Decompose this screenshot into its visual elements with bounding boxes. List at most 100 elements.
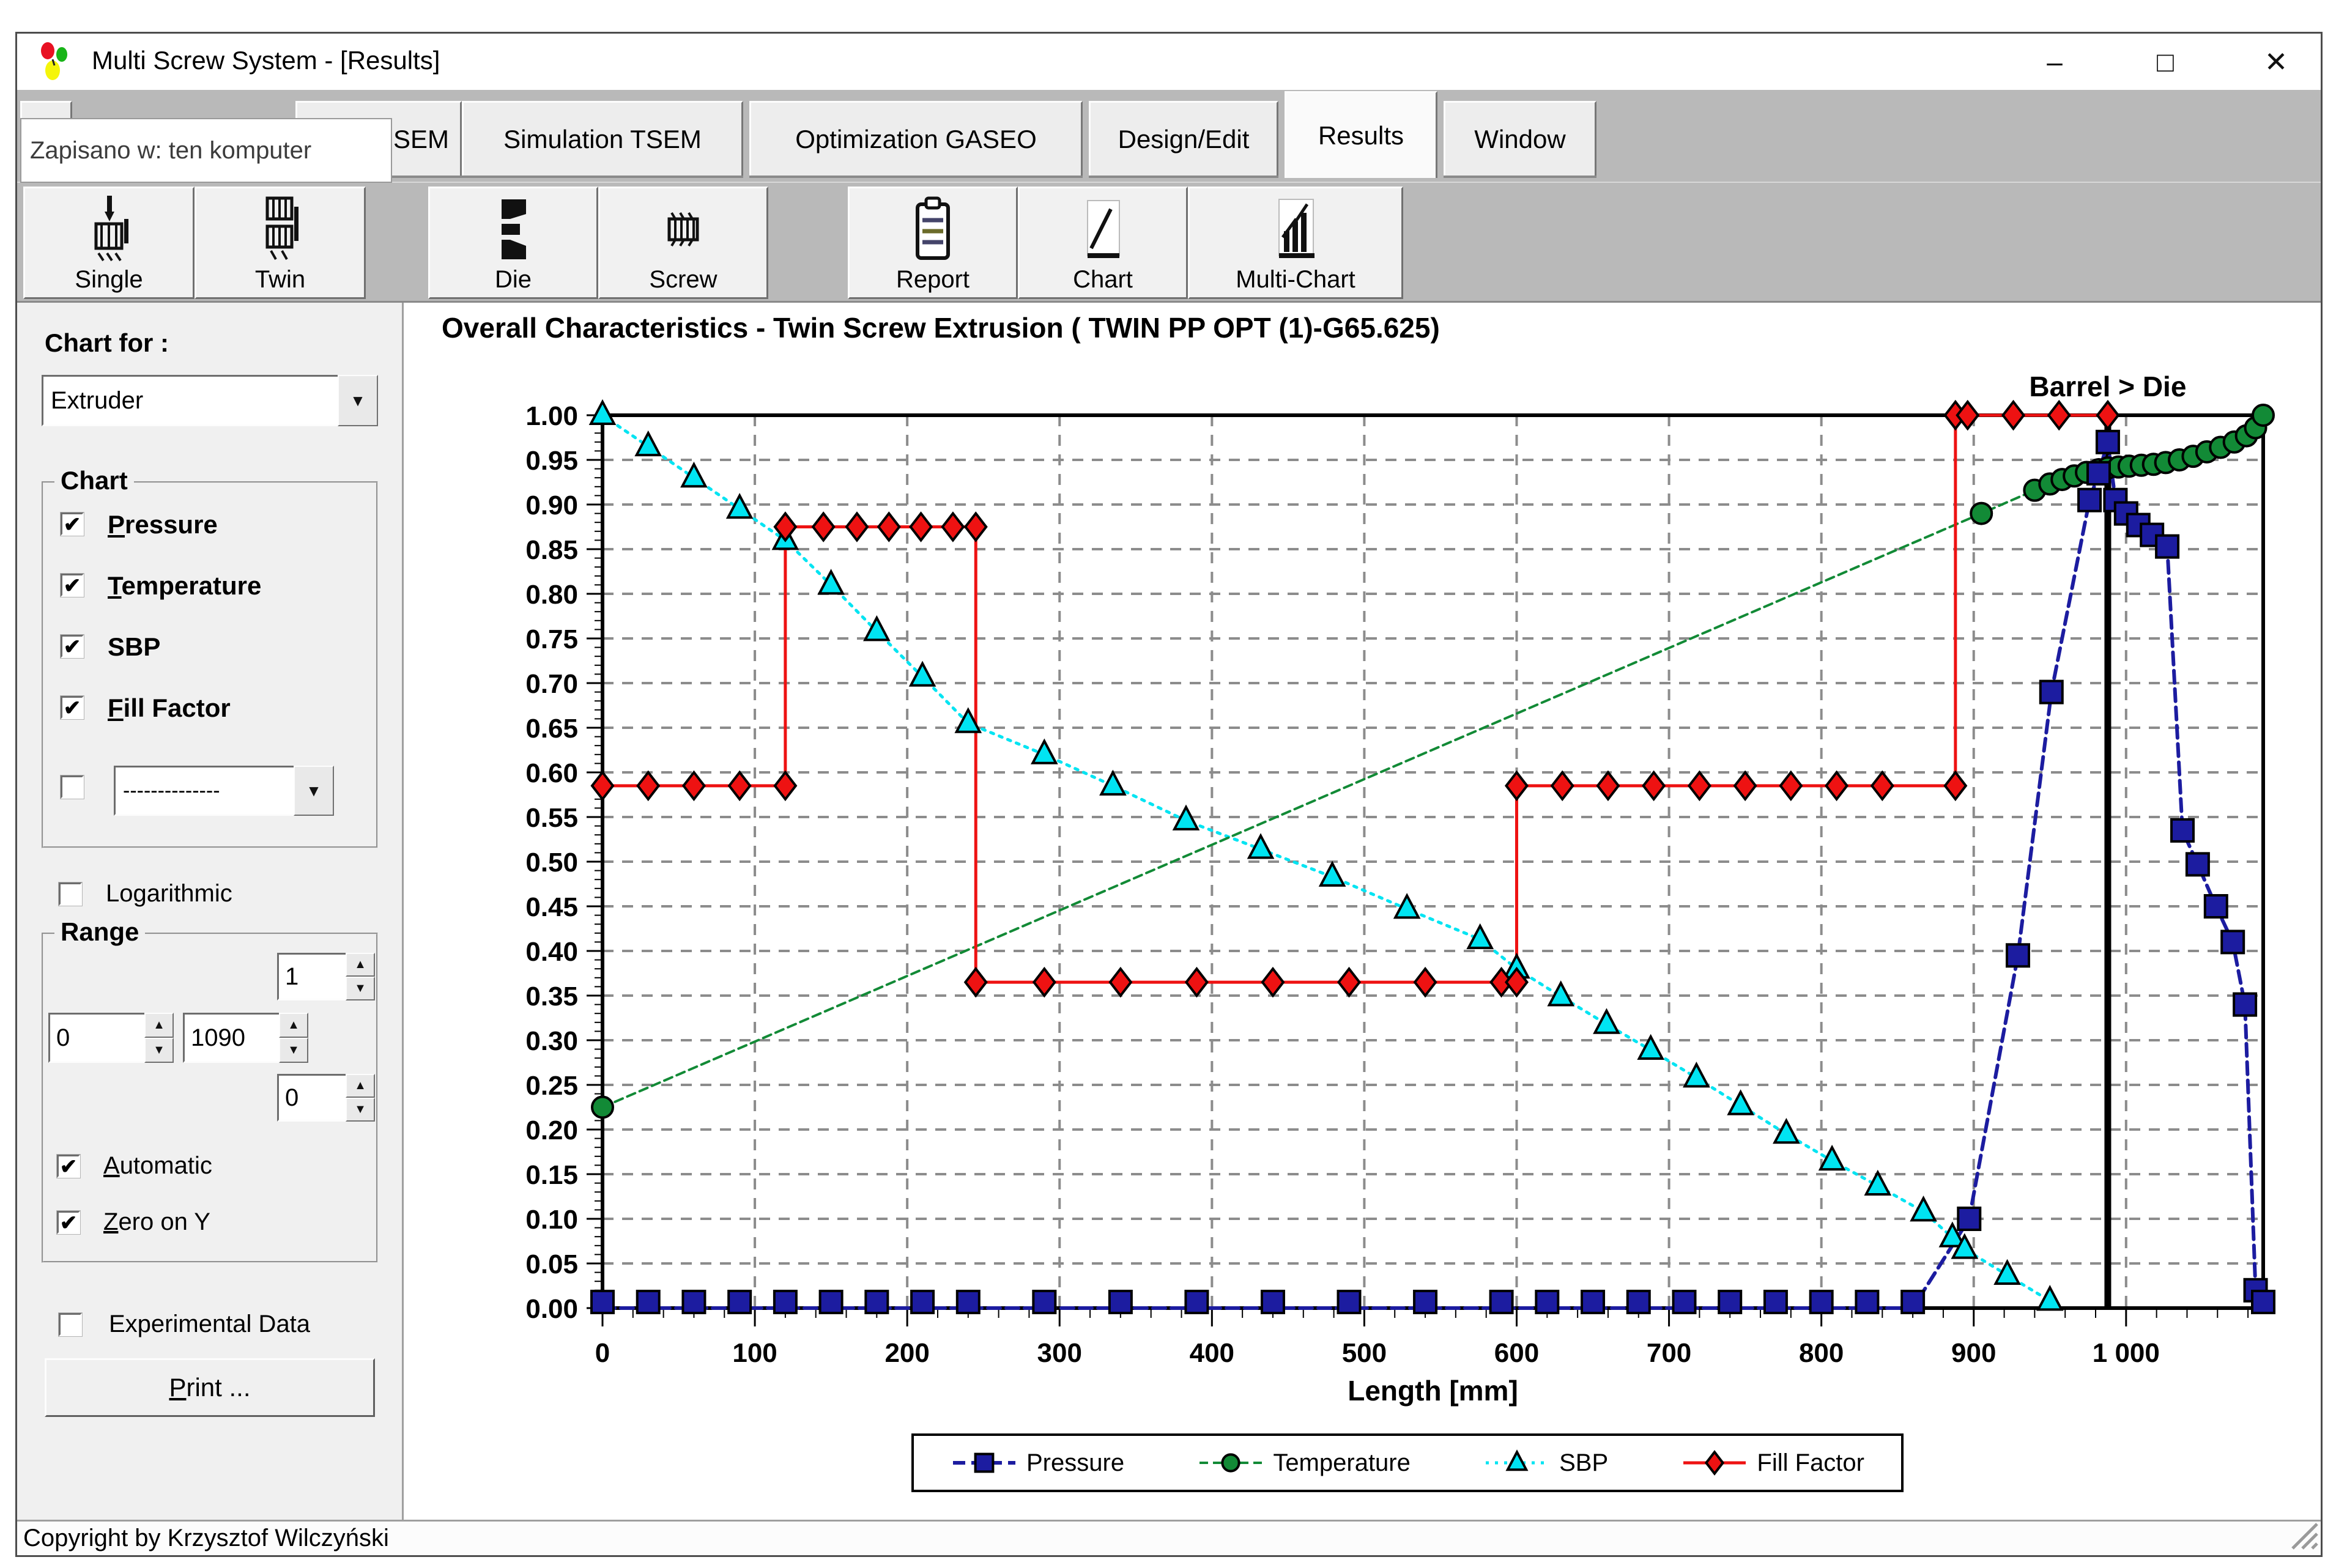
- svg-text:0.20: 0.20: [525, 1115, 578, 1145]
- window-title: Multi Screw System - [Results]: [92, 46, 440, 75]
- svg-text:400: 400: [1190, 1338, 1234, 1368]
- twin-button[interactable]: Twin: [195, 187, 366, 299]
- close-button[interactable]: ✕: [2250, 35, 2302, 88]
- range-max-down-icon[interactable]: ▼: [279, 1038, 308, 1063]
- range-min-spinner[interactable]: 0 ▲▼: [48, 1013, 174, 1063]
- fill-factor-checkbox[interactable]: [61, 696, 84, 719]
- sbp-label: SBP: [108, 632, 160, 662]
- extra-series-checkbox[interactable]: [61, 775, 84, 799]
- range-min-value[interactable]: 0: [48, 1013, 144, 1063]
- range-top-up-icon[interactable]: ▲: [346, 953, 375, 977]
- svg-text:200: 200: [884, 1338, 929, 1368]
- svg-text:0.50: 0.50: [525, 848, 578, 878]
- sidebar: Chart for : Extruder ▼ Chart Pressure Te…: [17, 303, 404, 1520]
- svg-text:700: 700: [1647, 1338, 1691, 1368]
- zero-on-y-checkbox[interactable]: [57, 1211, 80, 1234]
- twin-screw-icon: [253, 194, 308, 271]
- range-bottom-down-icon[interactable]: ▼: [346, 1098, 375, 1122]
- minimize-button[interactable]: –: [2028, 35, 2081, 88]
- chart-button[interactable]: Chart: [1018, 187, 1188, 299]
- svg-text:0.75: 0.75: [525, 624, 578, 654]
- multi-chart-button[interactable]: Multi-Chart: [1188, 187, 1403, 299]
- svg-text:0.80: 0.80: [525, 580, 578, 610]
- legend-item-sbp: SBP: [1483, 1446, 1608, 1480]
- tab-window[interactable]: Window: [1444, 101, 1596, 176]
- range-max-value[interactable]: 1090: [183, 1013, 279, 1063]
- report-button[interactable]: Report: [848, 187, 1018, 299]
- extra-series-dropdown-arrow-icon[interactable]: ▼: [294, 766, 334, 816]
- logarithmic-label: Logarithmic: [106, 880, 232, 908]
- chart-legend: PressureTemperatureSBPFill Factor: [911, 1433, 1904, 1492]
- status-text: Copyright by Krzysztof Wilczyński: [17, 1525, 389, 1552]
- svg-text:900: 900: [1951, 1338, 1996, 1368]
- die-icon: [486, 194, 541, 271]
- svg-text:0.30: 0.30: [525, 1026, 578, 1056]
- svg-text:300: 300: [1037, 1338, 1082, 1368]
- screw-icon: [656, 194, 711, 271]
- range-top-down-icon[interactable]: ▼: [346, 977, 375, 1000]
- svg-text:0.95: 0.95: [525, 446, 578, 476]
- range-max-spinner[interactable]: 1090 ▲▼: [183, 1013, 308, 1063]
- single-button[interactable]: Single: [23, 187, 195, 299]
- legend-label: Pressure: [1026, 1449, 1124, 1477]
- legend-item-pressure: Pressure: [951, 1446, 1124, 1480]
- svg-text:0.90: 0.90: [525, 490, 578, 520]
- range-max-up-icon[interactable]: ▲: [279, 1013, 308, 1038]
- report-clipboard-icon: [905, 194, 960, 271]
- range-bottom-value[interactable]: 0: [277, 1074, 346, 1122]
- temperature-checkbox[interactable]: [61, 574, 84, 597]
- chart-plot: 01002003004005006007008009001 0001.000.9…: [404, 303, 2321, 1520]
- pressure-checkbox[interactable]: [61, 512, 84, 536]
- resize-grip[interactable]: [2286, 1518, 2319, 1554]
- chart-pane: Overall Characteristics - Twin Screw Ext…: [404, 303, 2321, 1520]
- experimental-data-checkbox[interactable]: [59, 1313, 82, 1336]
- range-min-up-icon[interactable]: ▲: [144, 1013, 174, 1038]
- temperature-label: Temperature: [108, 571, 261, 601]
- maximize-button[interactable]: □: [2139, 35, 2192, 88]
- app-icon[interactable]: [34, 41, 77, 87]
- range-top-value[interactable]: 1: [277, 953, 346, 1000]
- legend-item-temperature: Temperature: [1197, 1446, 1411, 1480]
- experimental-data-label: Experimental Data: [109, 1311, 310, 1338]
- die-button[interactable]: Die: [428, 187, 598, 299]
- barrel-die-label: Barrel > Die: [2029, 370, 2186, 403]
- range-bottom-spinner[interactable]: 0 ▲▼: [277, 1074, 375, 1122]
- chart-title: Overall Characteristics - Twin Screw Ext…: [442, 311, 1440, 344]
- tab-results[interactable]: Results: [1285, 91, 1437, 178]
- tab-simulation-tsem[interactable]: Simulation TSEM: [462, 101, 743, 176]
- print-button-label: Print ...: [169, 1373, 250, 1402]
- extra-series-dropdown[interactable]: -------------- ▼: [114, 766, 334, 816]
- automatic-checkbox[interactable]: [57, 1155, 80, 1178]
- x-axis-title: Length [mm]: [1348, 1374, 1518, 1407]
- svg-text:0.60: 0.60: [525, 758, 578, 788]
- tab-design-edit[interactable]: Design/Edit: [1089, 101, 1278, 176]
- svg-text:0.15: 0.15: [525, 1160, 578, 1190]
- svg-text:500: 500: [1342, 1338, 1387, 1368]
- multi-chart-icon: [1268, 194, 1323, 271]
- svg-text:0.25: 0.25: [525, 1071, 578, 1101]
- range-min-down-icon[interactable]: ▼: [144, 1038, 174, 1063]
- pressure-label: Pressure: [108, 510, 218, 539]
- svg-text:1.00: 1.00: [525, 401, 578, 431]
- svg-text:0: 0: [595, 1338, 610, 1368]
- logarithmic-checkbox[interactable]: [59, 882, 82, 906]
- line-chart-icon: [1075, 194, 1130, 271]
- svg-text:0.70: 0.70: [525, 669, 578, 699]
- range-group-label: Range: [54, 917, 145, 947]
- tab-optimization-gaseo[interactable]: Optimization GASEO: [749, 101, 1083, 176]
- screw-button[interactable]: Screw: [598, 187, 768, 299]
- svg-text:0.55: 0.55: [525, 803, 578, 833]
- svg-text:0.00: 0.00: [525, 1294, 578, 1324]
- svg-text:0.40: 0.40: [525, 937, 578, 967]
- print-button[interactable]: Print ...: [45, 1358, 375, 1417]
- toolbar: Single Twin: [17, 182, 2321, 303]
- chart-for-dropdown[interactable]: Extruder ▼: [42, 375, 378, 426]
- svg-text:0.45: 0.45: [525, 892, 578, 922]
- chart-for-dropdown-arrow-icon[interactable]: ▼: [338, 375, 378, 426]
- extra-series-value: --------------: [114, 766, 294, 816]
- range-top-spinner[interactable]: 1 ▲▼: [277, 953, 375, 1000]
- range-group: Range 1 ▲▼ 0 ▲▼ 1090 ▲▼ 0 ▲▼ Au: [42, 933, 378, 1263]
- range-bottom-up-icon[interactable]: ▲: [346, 1074, 375, 1098]
- sbp-checkbox[interactable]: [61, 635, 84, 658]
- title-bar: Multi Screw System - [Results] – □ ✕: [17, 34, 2321, 90]
